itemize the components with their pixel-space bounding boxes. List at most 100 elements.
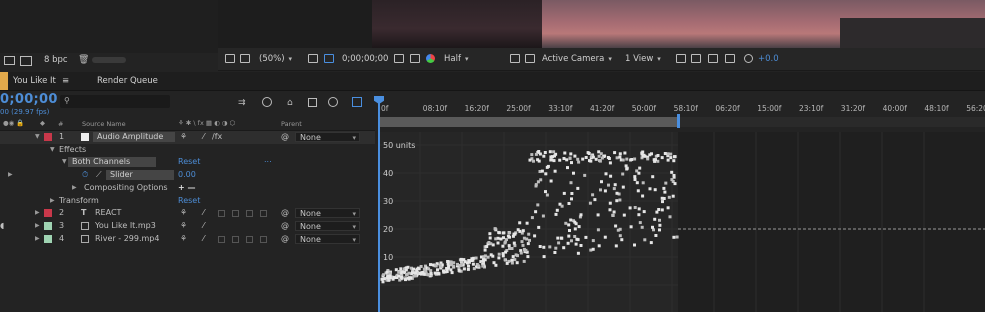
parent-dropdown[interactable]: None	[295, 132, 360, 143]
pickwhip-icon[interactable]: @	[281, 220, 289, 233]
shy-switch-icon[interactable]: ⚘	[180, 207, 187, 220]
tab-you-like-it[interactable]: You Like It	[13, 72, 56, 90]
shy-switch-icon[interactable]: ⚘	[180, 131, 187, 144]
tab-menu-icon[interactable]: ≡	[62, 72, 69, 90]
switch-box[interactable]	[260, 210, 267, 217]
switch-box[interactable]	[246, 236, 253, 243]
monitor-icon[interactable]	[240, 54, 250, 63]
bit-depth-label[interactable]: 8 bpc	[44, 55, 68, 65]
region-icon[interactable]	[324, 54, 334, 63]
compositing-add-remove[interactable]: + —	[178, 182, 196, 195]
work-area-track[interactable]	[678, 117, 985, 127]
current-time-display[interactable]: 0;00;00	[0, 92, 58, 107]
layer-row-3[interactable]: ◖ ▶ 3 You Like It.mp3 ⚘ ⁄ @ None	[0, 220, 375, 233]
exposure-value[interactable]: +0.0	[758, 48, 779, 70]
parent-dropdown[interactable]: None	[295, 234, 360, 245]
switch-box[interactable]	[232, 210, 239, 217]
timeline-icon[interactable]	[708, 54, 718, 63]
expand-triangle-icon[interactable]: ▶	[50, 195, 55, 208]
view-layout-dropdown[interactable]: 1 View	[625, 48, 665, 70]
shy-switch-icon[interactable]: ⚘	[180, 233, 187, 246]
quality-switch-icon[interactable]: ⁄	[203, 233, 204, 246]
fx-switch-icon[interactable]: /fx	[212, 131, 222, 144]
compositing-options-row[interactable]: ▶ Compositing Options + —	[0, 182, 375, 195]
pickwhip-icon[interactable]: @	[281, 233, 289, 246]
switch-box[interactable]	[218, 210, 225, 217]
label-color-swatch[interactable]	[44, 133, 52, 141]
color-channel-icon[interactable]	[426, 54, 435, 63]
effect-reset-link[interactable]: Reset	[178, 156, 200, 169]
stopwatch-icon[interactable]: ⏱	[82, 169, 88, 182]
expand-triangle-icon[interactable]: ▶	[72, 182, 77, 195]
effect-name[interactable]: Both Channels	[68, 157, 156, 167]
pickwhip-icon[interactable]: @	[281, 207, 289, 220]
switch-box[interactable]	[246, 210, 253, 217]
switch-box[interactable]	[260, 236, 267, 243]
label-color-swatch[interactable]	[44, 235, 52, 243]
quality-switch-icon[interactable]: ⁄	[203, 131, 204, 144]
flowchart-icon[interactable]	[725, 54, 735, 63]
keyframe-nav-icon[interactable]: ▶	[8, 169, 13, 182]
transform-reset-link[interactable]: Reset	[178, 195, 200, 208]
expand-triangle-icon[interactable]: ▼	[62, 156, 67, 169]
layer-name[interactable]: Audio Amplitude	[93, 132, 175, 142]
toggle-pixel-icon[interactable]	[676, 54, 686, 63]
zoom-dropdown[interactable]: (50%)	[259, 48, 292, 70]
show-snapshot-icon[interactable]	[410, 54, 420, 63]
layer-row-4[interactable]: ▶ 4 River - 299.mp4 ⚘ ⁄ @ None	[0, 233, 375, 246]
label-color-swatch[interactable]	[44, 209, 52, 217]
layer-row-1[interactable]: ▼ 1 Audio Amplitude ⚘ ⁄ /fx @ None	[0, 131, 375, 144]
quality-switch-icon[interactable]: ⁄	[203, 220, 204, 233]
effects-group-row[interactable]: ▼ Effects	[0, 144, 375, 157]
resolution-dropdown[interactable]: Half	[444, 48, 498, 70]
expand-triangle-icon[interactable]: ▼	[50, 144, 55, 157]
slider-label[interactable]: Slider	[106, 170, 174, 180]
slider-value[interactable]: 0.00	[178, 169, 196, 182]
folder-icon[interactable]	[4, 56, 15, 65]
draft-3d-icon[interactable]	[262, 97, 272, 107]
project-slider[interactable]	[92, 57, 126, 63]
shy-switch-icon[interactable]: ⚘	[180, 220, 187, 233]
region-of-interest-icon[interactable]	[510, 54, 520, 63]
transparency-grid-icon[interactable]	[525, 54, 535, 63]
tab-render-queue[interactable]: Render Queue	[97, 72, 158, 90]
camera-dropdown[interactable]: Active Camera	[542, 48, 612, 70]
pickwhip-icon[interactable]: @	[281, 131, 289, 144]
expand-triangle-icon[interactable]: ▼	[35, 131, 40, 144]
effect-options-link[interactable]: ...	[264, 154, 272, 167]
expand-triangle-icon[interactable]: ▶	[35, 220, 40, 233]
graph-icon[interactable]: ⟋	[96, 169, 102, 182]
comp-flowchart-icon[interactable]: ⇉	[238, 98, 246, 108]
current-time-indicator[interactable]	[378, 96, 380, 312]
col-source-name[interactable]: Source Name	[82, 120, 126, 128]
snapshot-icon[interactable]	[394, 54, 404, 63]
effect-both-channels-row[interactable]: ▼ Both Channels Reset ...	[0, 154, 375, 169]
motion-blur-icon[interactable]	[328, 97, 338, 107]
composition-icon[interactable]	[20, 56, 32, 66]
audio-toggle-icon[interactable]: ◖	[0, 220, 4, 233]
trash-icon[interactable]: 🗑	[78, 55, 89, 65]
work-area-end-handle[interactable]	[677, 114, 680, 128]
layer-row-2[interactable]: ▶ 2 T REACT ⚘ ⁄ @ None	[0, 207, 375, 220]
switch-box[interactable]	[218, 236, 225, 243]
layer-name[interactable]: You Like It.mp3	[95, 220, 156, 233]
expand-triangle-icon[interactable]: ▶	[35, 207, 40, 220]
label-color-swatch[interactable]	[44, 222, 52, 230]
fit-icon[interactable]	[308, 54, 318, 63]
switch-box[interactable]	[232, 236, 239, 243]
slider-property-row[interactable]: ▶ ⏱ ⟋ Slider 0.00	[0, 169, 375, 182]
parent-dropdown[interactable]: None	[295, 208, 360, 219]
shy-icon[interactable]: ⌂	[287, 98, 293, 108]
frame-blend-icon[interactable]	[308, 98, 317, 107]
expand-triangle-icon[interactable]: ▶	[35, 233, 40, 246]
value-graph[interactable]	[378, 132, 985, 312]
layer-search-input[interactable]: ⚲	[60, 95, 170, 108]
work-area-bar[interactable]	[378, 117, 678, 127]
layer-name[interactable]: River - 299.mp4	[95, 233, 159, 246]
always-preview-icon[interactable]	[225, 54, 235, 63]
transform-row[interactable]: ▶ Transform Reset	[0, 195, 375, 208]
quality-switch-icon[interactable]: ⁄	[203, 207, 204, 220]
layer-name[interactable]: REACT	[95, 207, 121, 220]
parent-dropdown[interactable]: None	[295, 221, 360, 232]
exposure-reset-icon[interactable]	[744, 54, 753, 63]
